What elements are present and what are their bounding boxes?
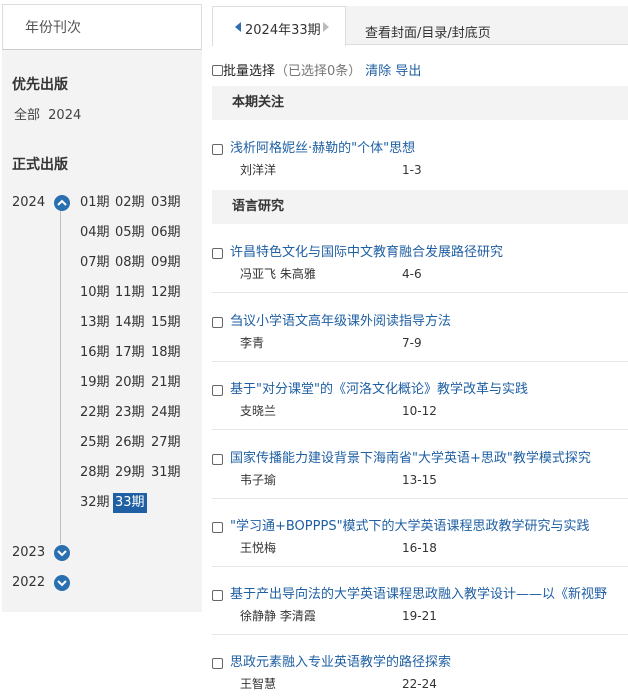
priority-item-all[interactable]: 全部 (14, 108, 40, 123)
article-title-link[interactable]: 国家传播能力建设背景下海南省"大学英语+思政"教学模式探究 (230, 450, 591, 468)
issue-link[interactable]: 09期 (151, 253, 181, 273)
article-pages: 13-15 (402, 473, 437, 487)
issue-link[interactable]: 01期 (80, 193, 110, 213)
article-checkbox[interactable] (212, 248, 223, 259)
year-issue-panel: 年份刊次 优先出版 全部 2024 正式出版 2024 01期 02期 03期 04期… (2, 4, 202, 612)
article-pages: 10-12 (402, 404, 437, 418)
issue-link[interactable]: 21期 (151, 373, 181, 393)
issue-link[interactable]: 11期 (115, 283, 145, 303)
article-title-link[interactable]: 基于"对分课堂"的《河洛文化概论》教学改革与实践 (230, 381, 528, 399)
article-checkbox[interactable] (212, 658, 223, 669)
article-title-link[interactable]: 思政元素融入专业英语教学的路径探索 (230, 654, 451, 672)
article-authors[interactable]: 李青 (240, 335, 264, 351)
article-checkbox[interactable] (212, 144, 223, 155)
article-title-link[interactable]: 刍议小学语文高年级课外阅读指导方法 (230, 313, 451, 331)
export-link[interactable]: 导出 (395, 64, 421, 79)
issue-link[interactable]: 23期 (115, 403, 145, 423)
issue-link[interactable]: 13期 (80, 313, 110, 333)
year-issue-tab[interactable]: 年份刊次 (2, 4, 202, 50)
tab-cover-toc[interactable]: 查看封面/目录/封底页 (365, 22, 491, 41)
issue-link[interactable]: 27期 (151, 433, 181, 453)
article-pages: 19-21 (402, 609, 437, 623)
issue-link[interactable]: 02期 (115, 193, 145, 213)
formal-publish-title: 正式出版 (12, 157, 68, 173)
article-title-link[interactable]: "学习通+BOPPPS"模式下的大学英语课程思政教学研究与实践 (230, 518, 590, 536)
article-checkbox[interactable] (212, 385, 223, 396)
article-authors[interactable]: 冯亚飞 朱高雅 (240, 266, 316, 282)
issue-link[interactable]: 31期 (151, 463, 181, 483)
article-title-link[interactable]: 浅析阿格妮丝·赫勒的"个体"思想 (230, 140, 415, 158)
row-divider (212, 634, 628, 635)
article-checkbox[interactable] (212, 454, 223, 465)
issue-link[interactable]: 19期 (80, 373, 110, 393)
issue-link[interactable]: 12期 (151, 283, 181, 303)
article-pages: 4-6 (402, 267, 422, 281)
priority-publish-title: 优先出版 (12, 77, 68, 93)
row-divider (212, 361, 628, 362)
batch-select-checkbox[interactable] (212, 65, 223, 76)
issue-link[interactable]: 28期 (80, 463, 110, 483)
chevron-down-icon[interactable] (54, 575, 70, 591)
year-label[interactable]: 2023 (12, 543, 45, 563)
issue-link[interactable]: 07期 (80, 253, 110, 273)
row-divider (212, 498, 628, 499)
issue-link[interactable]: 29期 (115, 463, 145, 483)
tab-divider (346, 44, 628, 45)
prev-issue-icon[interactable] (235, 22, 241, 32)
article-pages: 1-3 (402, 163, 422, 177)
tab-current-issue[interactable]: 2024年33期 (212, 6, 346, 46)
issue-link[interactable]: 17期 (115, 343, 145, 363)
batch-select-bar: 批量选择（已选择0条） 清除 导出 (212, 63, 421, 81)
row-divider (212, 292, 628, 293)
current-issue-label: 2024年33期 (245, 23, 321, 38)
issue-link[interactable]: 15期 (151, 313, 181, 333)
article-checkbox[interactable] (212, 522, 223, 533)
issue-link[interactable]: 22期 (80, 403, 110, 423)
year-label[interactable]: 2022 (12, 573, 45, 593)
section-header: 语言研究 (212, 190, 628, 224)
priority-item-2024[interactable]: 2024 (48, 108, 81, 123)
issue-link[interactable]: 16期 (80, 343, 110, 363)
article-checkbox[interactable] (212, 590, 223, 601)
article-pages: 22-24 (402, 677, 437, 691)
selected-count: （已选择0条） (275, 64, 362, 79)
timeline-line (60, 204, 61, 544)
article-title-link[interactable]: 基于产出导向法的大学英语课程思政融入教学设计——以《新视野 (230, 586, 607, 604)
issue-link[interactable]: 20期 (115, 373, 145, 393)
issue-link[interactable]: 25期 (80, 433, 110, 453)
batch-select-label: 批量选择 (223, 64, 276, 79)
article-authors[interactable]: 支晓兰 (240, 403, 276, 419)
article-checkbox[interactable] (212, 317, 223, 328)
next-issue-icon[interactable] (323, 22, 329, 32)
issue-link[interactable]: 04期 (80, 223, 110, 243)
article-authors[interactable]: 刘洋洋 (240, 162, 276, 178)
section-header: 本期关注 (212, 86, 628, 120)
issue-link[interactable]: 14期 (115, 313, 145, 333)
row-divider (212, 429, 628, 430)
issue-link[interactable]: 03期 (151, 193, 181, 213)
issue-link[interactable]: 05期 (115, 223, 145, 243)
issue-link[interactable]: 26期 (115, 433, 145, 453)
issue-link[interactable]: 24期 (151, 403, 181, 423)
year-label[interactable]: 2024 (12, 193, 45, 213)
article-pages: 7-9 (402, 336, 422, 350)
clear-link[interactable]: 清除 (365, 64, 391, 79)
issue-link[interactable]: 33期 (113, 493, 147, 513)
article-authors[interactable]: 韦子瑜 (240, 472, 276, 488)
chevron-down-icon[interactable] (54, 545, 70, 561)
article-authors[interactable]: 王悦梅 (240, 540, 276, 556)
issue-link[interactable]: 06期 (151, 223, 181, 243)
article-authors[interactable]: 王智慧 (240, 676, 276, 692)
row-divider (212, 566, 628, 567)
issue-link[interactable]: 18期 (151, 343, 181, 363)
article-title-link[interactable]: 许昌特色文化与国际中文教育融合发展路径研究 (230, 244, 503, 262)
issue-link[interactable]: 10期 (80, 283, 110, 303)
article-pages: 16-18 (402, 541, 437, 555)
issue-link[interactable]: 32期 (80, 493, 110, 513)
article-authors[interactable]: 徐静静 李清霞 (240, 608, 316, 624)
chevron-up-icon[interactable] (54, 195, 70, 211)
priority-items: 全部 2024 (14, 104, 85, 123)
issue-link[interactable]: 08期 (115, 253, 145, 273)
